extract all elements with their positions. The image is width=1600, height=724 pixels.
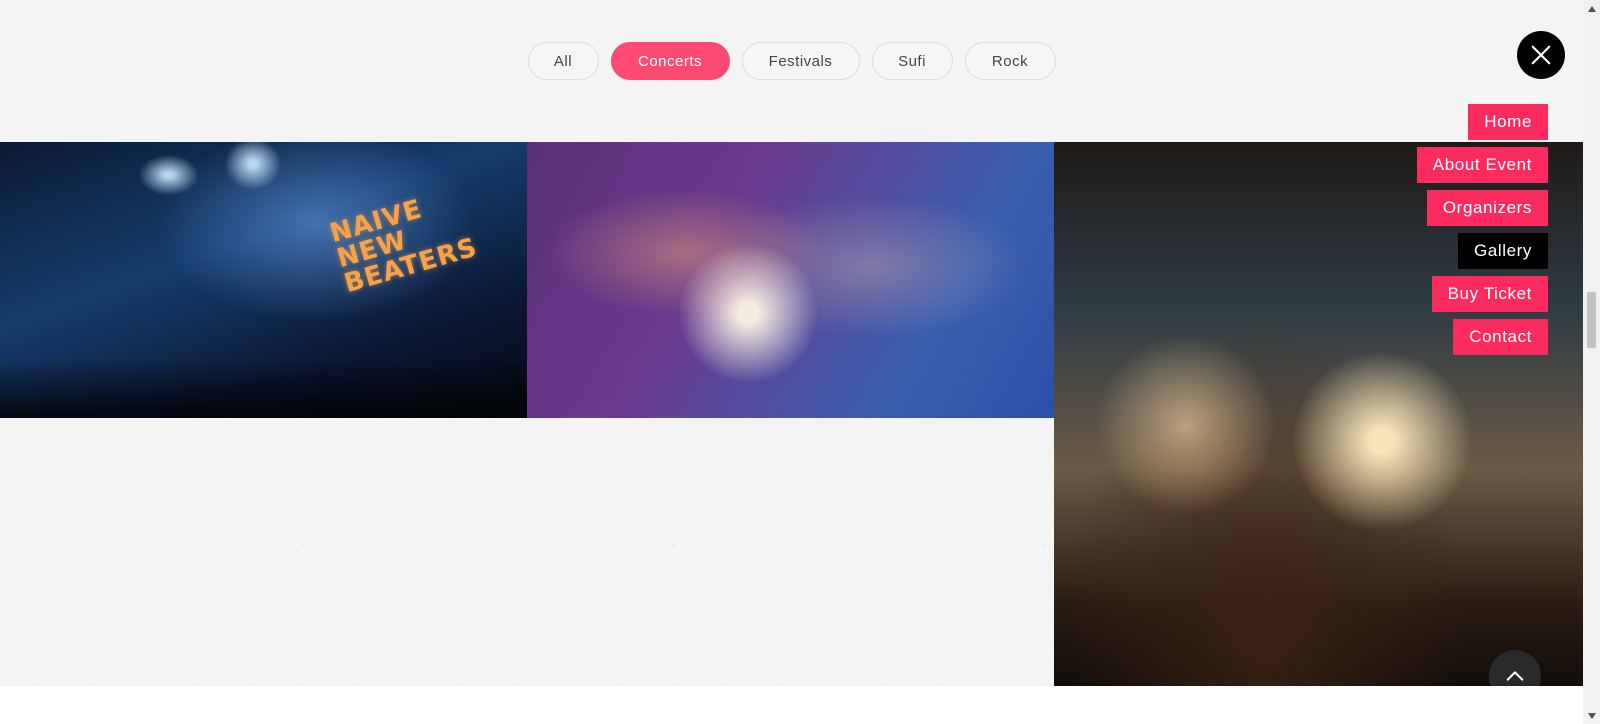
stage-floor <box>0 358 527 418</box>
next-section <box>0 686 1583 724</box>
stage-sign-text: NAIVE NEW BEATERS <box>326 194 481 300</box>
scroll-up-arrow[interactable] <box>1583 0 1600 17</box>
nav-item-about-event[interactable]: About Event <box>1416 147 1548 183</box>
nav-item-gallery[interactable]: Gallery <box>1457 233 1548 269</box>
close-icon <box>1531 45 1551 65</box>
nav-item-buy-ticket[interactable]: Buy Ticket <box>1431 276 1548 312</box>
filter-rock[interactable]: Rock <box>964 42 1056 80</box>
nav-item-home[interactable]: Home <box>1468 104 1548 140</box>
nav-item-organizers[interactable]: Organizers <box>1426 190 1548 226</box>
chevron-up-icon <box>1506 671 1524 681</box>
filter-festivals[interactable]: Festivals <box>741 42 860 80</box>
filter-concerts[interactable]: Concerts <box>610 42 730 80</box>
filter-sufi[interactable]: Sufi <box>871 42 953 80</box>
gallery-filter-bar: All Concerts Festivals Sufi Rock <box>0 42 1583 80</box>
gallery-grid: NAIVE NEW BEATERS <box>0 142 1583 686</box>
triangle-up-icon <box>1587 5 1596 12</box>
side-navigation-menu: Home About Event Organizers Gallery Buy … <box>1416 104 1548 355</box>
gallery-image-stage-band[interactable]: NAIVE NEW BEATERS <box>0 142 527 418</box>
scroll-down-arrow[interactable] <box>1583 707 1600 724</box>
filter-all[interactable]: All <box>527 42 599 80</box>
triangle-down-icon <box>1587 712 1596 719</box>
scrollbar-thumb[interactable] <box>1587 292 1596 348</box>
close-menu-button[interactable] <box>1517 31 1565 79</box>
page-scrollbar[interactable] <box>1583 0 1600 724</box>
page: All Concerts Festivals Sufi Rock NAIVE N… <box>0 0 1583 724</box>
nav-item-contact[interactable]: Contact <box>1453 319 1548 355</box>
gallery-image-guitarists[interactable] <box>527 142 1054 418</box>
